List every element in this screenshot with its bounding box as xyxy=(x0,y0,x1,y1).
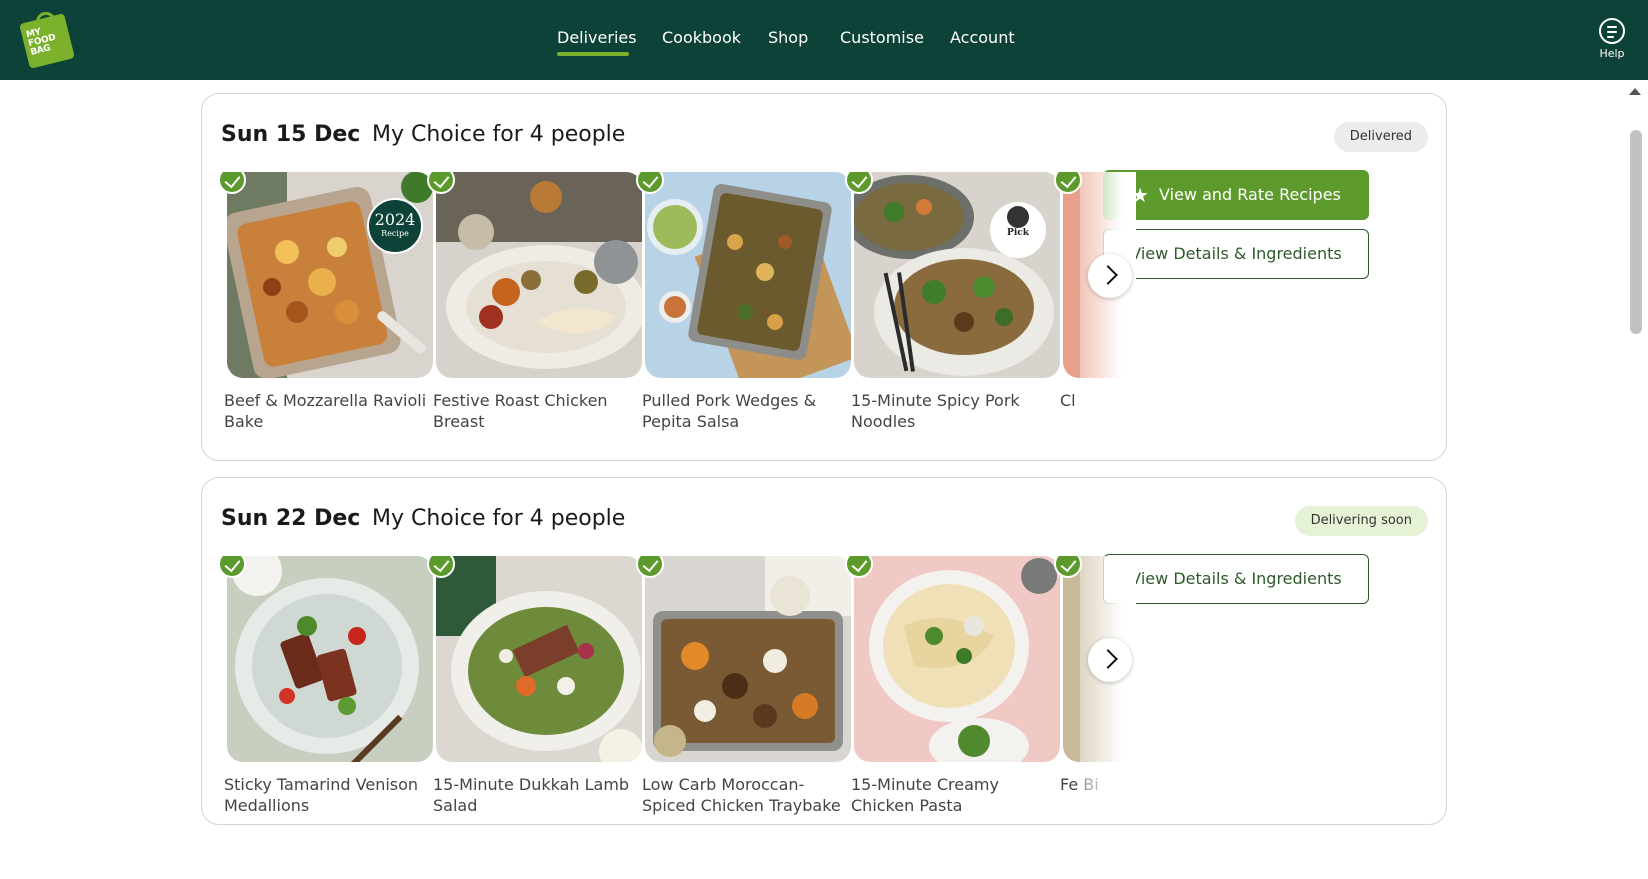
recipe-image[interactable] xyxy=(645,556,851,762)
view-and-rate-recipes-button[interactable]: ★ View and Rate Recipes xyxy=(1103,170,1369,220)
recipe-carousel: Sticky Tamarind Venison Medallions 15-Mi… xyxy=(218,556,1136,824)
delivery-plan: My Choice for 4 people xyxy=(372,122,626,147)
recipe-image[interactable] xyxy=(854,556,1060,762)
status-badge: Delivering soon xyxy=(1294,506,1428,536)
view-details-ingredients-button[interactable]: View Details & Ingredients xyxy=(1103,229,1369,279)
carousel-next-button[interactable] xyxy=(1088,254,1132,298)
recipe-image[interactable]: 2024 Recipe xyxy=(227,172,433,378)
nav-deliveries[interactable]: Deliveries xyxy=(557,28,637,47)
delivery-date: Sun 22 Dec xyxy=(221,506,361,531)
nav-account[interactable]: Account xyxy=(950,28,1015,47)
carousel-fade xyxy=(1080,172,1136,442)
recipe-name[interactable]: Beef & Mozzarella Ravioli Bake xyxy=(224,390,434,432)
help-label: Help xyxy=(1599,47,1625,60)
recipe-image[interactable] xyxy=(436,556,642,762)
chefs-pick-badge: Pick xyxy=(990,202,1046,258)
delivery-plan: My Choice for 4 people xyxy=(372,506,626,531)
carousel-next-button[interactable] xyxy=(1088,638,1132,682)
best-of-2024-badge: 2024 Recipe xyxy=(367,198,423,254)
help-button[interactable]: Help xyxy=(1594,18,1630,62)
status-badge: Delivered xyxy=(1333,122,1428,152)
nav-customise[interactable]: Customise xyxy=(840,28,924,47)
recipe-image[interactable] xyxy=(436,172,642,378)
recipe-name[interactable]: 15-Minute Spicy Pork Noodles xyxy=(851,390,1061,432)
top-nav-bar: MY FOOD BAG Deliveries Cookbook Shop Cus… xyxy=(0,0,1648,80)
recipe-name[interactable]: Festive Roast Chicken Breast xyxy=(433,390,643,432)
recipe-image[interactable] xyxy=(227,556,433,762)
main-nav: Deliveries Cookbook Shop Customise Accou… xyxy=(0,0,1648,80)
recipe-name[interactable]: Sticky Tamarind Venison Medallions xyxy=(224,774,434,816)
scrollbar-thumb[interactable] xyxy=(1630,130,1642,334)
help-icon xyxy=(1599,18,1625,44)
nav-shop[interactable]: Shop xyxy=(768,28,808,47)
active-nav-indicator xyxy=(557,52,629,56)
scroll-up-arrow-icon[interactable] xyxy=(1629,88,1641,95)
nav-cookbook[interactable]: Cookbook xyxy=(662,28,741,47)
view-and-rate-label: View and Rate Recipes xyxy=(1159,185,1341,204)
recipe-image[interactable]: Pick xyxy=(854,172,1060,378)
carousel-fade xyxy=(1080,556,1136,824)
delivery-card: Sun 15 Dec My Choice for 4 people Delive… xyxy=(201,93,1447,461)
recipe-image[interactable] xyxy=(645,172,851,378)
delivery-card: Sun 22 Dec My Choice for 4 people Delive… xyxy=(201,477,1447,825)
recipe-name[interactable]: Low Carb Moroccan-Spiced Chicken Traybak… xyxy=(642,774,852,816)
recipe-name[interactable]: 15-Minute Creamy Chicken Pasta xyxy=(851,774,1061,816)
recipe-name[interactable]: 15-Minute Dukkah Lamb Salad xyxy=(433,774,643,816)
recipe-name[interactable]: Pulled Pork Wedges & Pepita Salsa xyxy=(642,390,852,432)
view-details-ingredients-button[interactable]: View Details & Ingredients xyxy=(1103,554,1369,604)
delivery-date: Sun 15 Dec xyxy=(221,122,361,147)
recipe-carousel: 2024 Recipe Beef & Mozzarella Ravioli Ba… xyxy=(218,172,1136,442)
